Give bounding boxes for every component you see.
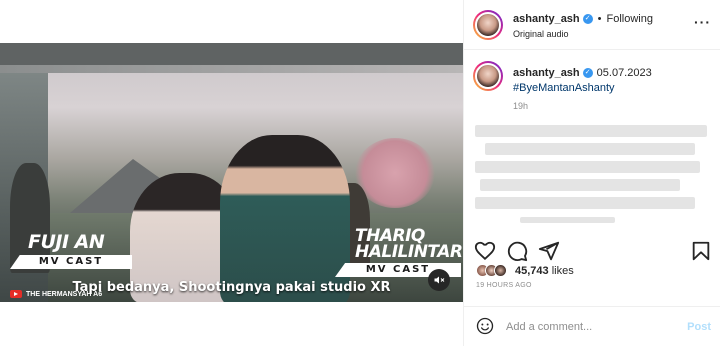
youtube-icon xyxy=(10,290,22,298)
post-header: ashanty_ash ✓ • Following Original audio… xyxy=(464,0,720,50)
redacted-region xyxy=(475,125,707,230)
save-icon[interactable] xyxy=(690,240,712,262)
emoji-icon[interactable] xyxy=(476,317,494,335)
redacted-line xyxy=(520,217,615,223)
verified-badge-icon: ✓ xyxy=(582,14,593,24)
speaker-muted-icon xyxy=(434,276,445,284)
more-options-button[interactable]: ··· xyxy=(694,14,711,30)
cast-tag-left: FUJI AN MV CAST xyxy=(10,233,132,269)
redacted-line xyxy=(475,161,700,173)
hashtag-link[interactable]: #ByeMantanAshanty xyxy=(513,82,615,94)
video-scene-roof xyxy=(0,43,463,65)
redacted-line xyxy=(485,143,695,155)
cast-name: THARIQ HALILINTAR xyxy=(335,228,463,262)
comment-input[interactable] xyxy=(506,319,676,335)
cast-name: FUJI AN xyxy=(28,231,105,253)
caption-text: 05.07.2023 xyxy=(596,67,652,79)
redacted-line xyxy=(475,197,695,209)
share-icon[interactable] xyxy=(538,240,560,262)
following-button[interactable]: Following xyxy=(607,13,653,25)
heart-icon[interactable] xyxy=(474,240,496,262)
video-scene-roof-edge xyxy=(0,65,463,73)
post-comment-button[interactable]: Post xyxy=(687,321,711,333)
verified-badge-icon: ✓ xyxy=(582,68,593,78)
likes-suffix: likes xyxy=(548,264,574,277)
caption-age: 19h xyxy=(513,101,529,111)
caption-user-line: ashanty_ash ✓ 05.07.2023 xyxy=(513,67,652,79)
channel-watermark: THE HERMANSYAH A6 xyxy=(10,290,102,298)
redacted-line xyxy=(480,179,680,191)
media-area: FUJI AN MV CAST THARIQ HALILINTAR MV CAS… xyxy=(0,0,463,346)
cast-role: MV CAST xyxy=(10,255,132,269)
likes-row[interactable]: 45,743 likes xyxy=(476,264,574,277)
action-bar xyxy=(464,236,720,266)
redacted-line xyxy=(475,125,707,137)
comment-bar: Post xyxy=(464,306,720,346)
more-horizontal-icon: ··· xyxy=(694,14,711,30)
video-scene-man xyxy=(220,135,350,302)
video-player[interactable]: FUJI AN MV CAST THARIQ HALILINTAR MV CAS… xyxy=(0,43,463,302)
username-link[interactable]: ashanty_ash xyxy=(513,67,580,79)
channel-name: THE HERMANSYAH A6 xyxy=(26,290,103,298)
comment-icon[interactable] xyxy=(506,240,528,262)
separator-dot: • xyxy=(597,13,602,25)
likes-number: 45,743 xyxy=(515,264,549,277)
cast-name-line: HALILINTAR xyxy=(355,242,463,262)
likes-count[interactable]: 45,743 likes xyxy=(515,265,574,277)
post-timestamp[interactable]: 19 HOURS AGO xyxy=(476,282,532,289)
avatar xyxy=(494,264,507,277)
username-link[interactable]: ashanty_ash xyxy=(513,13,580,25)
liker-avatars xyxy=(476,264,507,277)
mute-button[interactable] xyxy=(428,269,450,291)
header-user-line: ashanty_ash ✓ • Following xyxy=(513,13,653,25)
avatar[interactable] xyxy=(473,10,503,40)
avatar[interactable] xyxy=(473,61,503,91)
audio-link[interactable]: Original audio xyxy=(513,29,569,39)
